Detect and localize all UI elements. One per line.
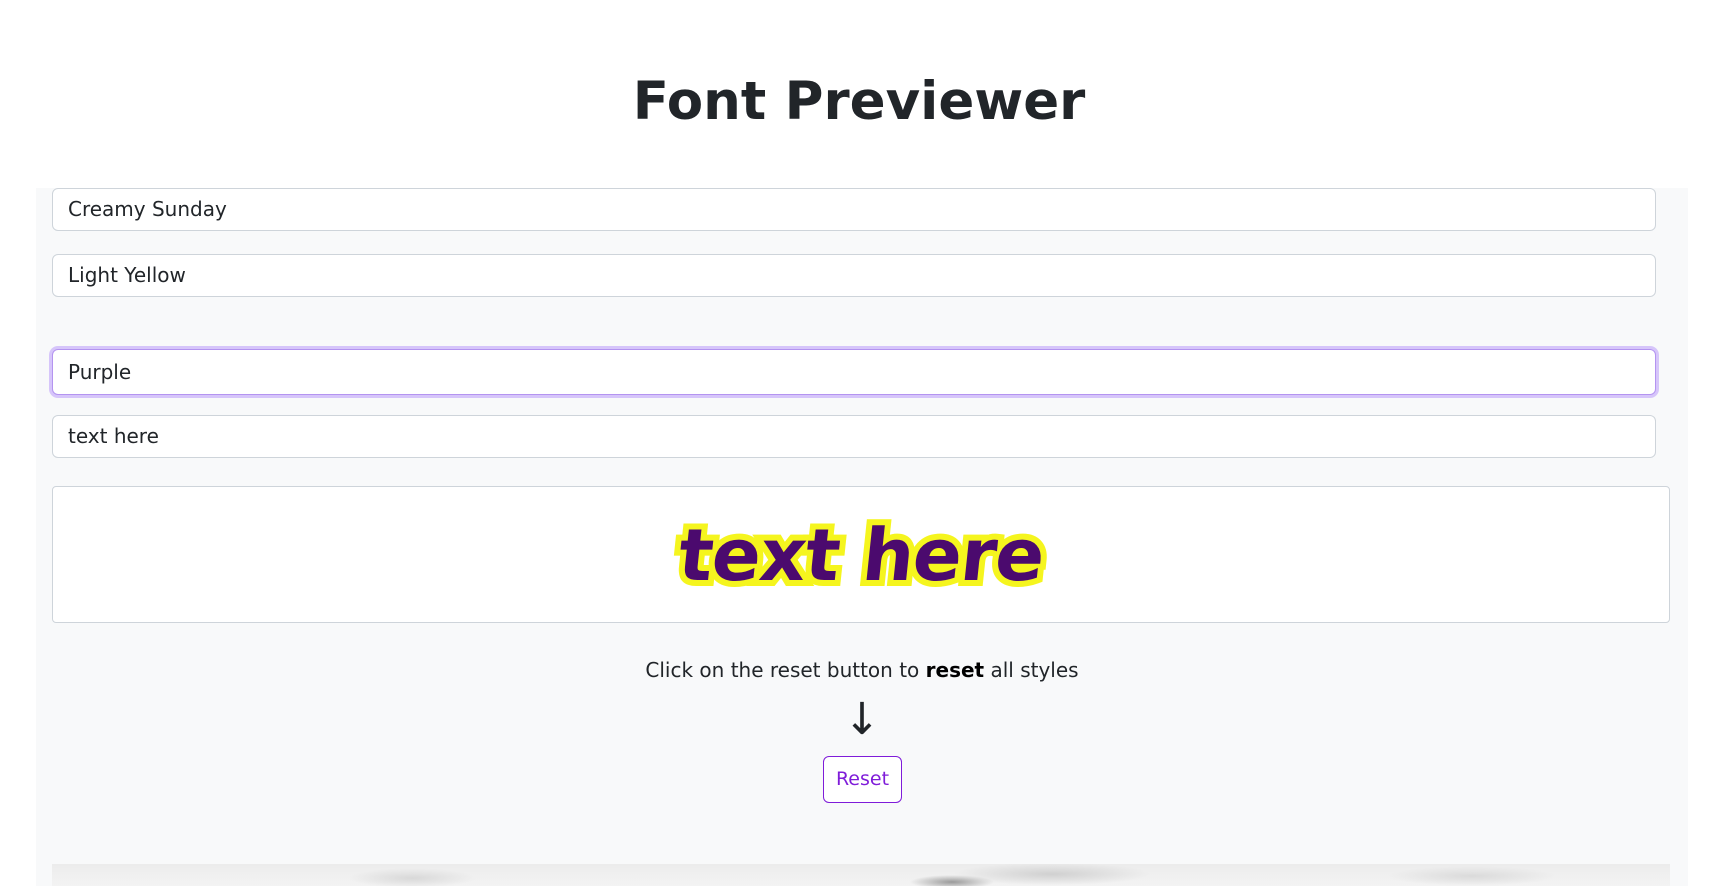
text-color-field[interactable]: Purple xyxy=(52,349,1656,395)
reset-hint: Click on the reset button to reset all s… xyxy=(36,658,1688,682)
background-image-strip xyxy=(52,864,1670,886)
reset-hint-text-after: all styles xyxy=(984,658,1079,682)
outline-color-field[interactable]: Light Yellow xyxy=(52,254,1656,297)
previewer-panel: Creamy Sunday Light Yellow Purple text h… xyxy=(36,188,1688,886)
page-title: Font Previewer xyxy=(632,71,1086,132)
preview-text-field[interactable]: text here xyxy=(52,415,1656,458)
font-family-field[interactable]: Creamy Sunday xyxy=(52,188,1656,231)
down-arrow-icon: ↓ xyxy=(843,694,881,745)
reset-hint-text-before: Click on the reset button to xyxy=(645,658,926,682)
preview-text: text here xyxy=(668,507,1053,603)
font-preview-box: text here xyxy=(52,486,1670,623)
reset-hint-bold: reset xyxy=(925,658,985,682)
reset-button[interactable]: Reset xyxy=(823,756,902,803)
